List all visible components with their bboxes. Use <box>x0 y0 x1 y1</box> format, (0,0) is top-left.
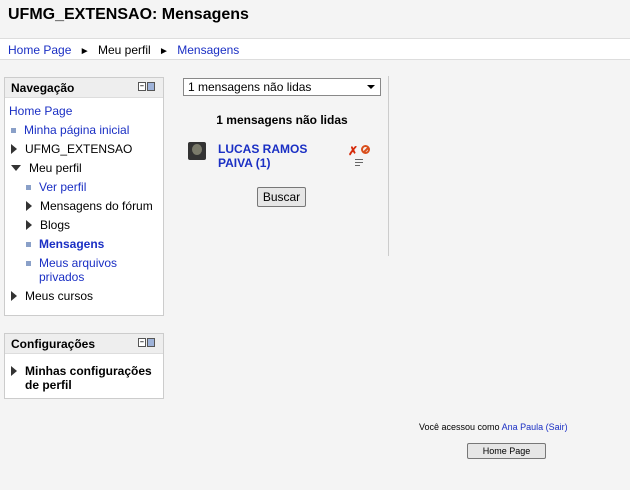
breadcrumb-separator: ► <box>159 46 169 57</box>
unread-heading: 1 mensagens não lidas <box>216 113 348 127</box>
message-history-icon[interactable] <box>355 159 363 168</box>
settings-block: Configurações – Minhas configurações de … <box>4 333 164 399</box>
breadcrumb-profile: Meu perfil <box>97 43 151 57</box>
navigation-block-title: Navegação <box>11 81 75 95</box>
expand-arrow-icon[interactable] <box>11 144 17 154</box>
navigation-tree: Home Page Minha página inicial UFMG_EXTE… <box>5 98 163 310</box>
expand-arrow-icon[interactable] <box>11 366 17 376</box>
dock-block-icon[interactable] <box>147 82 155 91</box>
page-title: UFMG_EXTENSAO: Mensagens <box>8 6 249 23</box>
login-info-prefix: Você acessou como <box>419 422 500 432</box>
hide-block-icon[interactable]: – <box>138 82 146 91</box>
chevron-down-icon <box>367 85 375 89</box>
settings-block-title: Configurações <box>11 337 96 351</box>
nav-my-home-link[interactable]: Minha página inicial <box>24 123 129 137</box>
dock-block-icon[interactable] <box>147 338 155 347</box>
bullet-icon <box>26 185 31 190</box>
logout-link[interactable]: (Sair) <box>546 422 568 432</box>
navigation-block-header: Navegação – <box>5 78 163 98</box>
contact-row: LUCAS RAMOS PAIVA (1) ✗ <box>188 142 384 178</box>
search-button[interactable]: Buscar <box>257 187 306 207</box>
messages-view-select[interactable]: 1 mensagens não lidas <box>183 78 381 96</box>
messages-panel: 1 mensagens não lidas 1 mensagens não li… <box>176 76 389 256</box>
hide-block-icon[interactable]: – <box>138 338 146 347</box>
nav-forum-posts-item[interactable]: Mensagens do fórum <box>40 199 153 213</box>
bullet-icon <box>26 242 31 247</box>
nav-blogs-item[interactable]: Blogs <box>40 218 70 232</box>
breadcrumb-messages-link[interactable]: Mensagens <box>177 43 239 57</box>
avatar[interactable] <box>188 142 206 160</box>
settings-tree: Minhas configurações de perfil <box>5 354 163 396</box>
expand-arrow-icon[interactable] <box>26 201 32 211</box>
user-profile-link[interactable]: Ana Paula <box>502 422 544 432</box>
login-info: Você acessou como Ana Paula (Sair) <box>419 422 568 432</box>
breadcrumb-separator: ► <box>79 46 90 57</box>
settings-block-header: Configurações – <box>5 334 163 354</box>
breadcrumb: Home Page ► Meu perfil ► Mensagens <box>0 38 630 60</box>
messages-view-select-value: 1 mensagens não lidas <box>188 80 312 94</box>
collapse-arrow-icon[interactable] <box>11 165 21 171</box>
nav-profile-item[interactable]: Meu perfil <box>29 161 82 175</box>
block-contact-icon[interactable] <box>361 145 370 154</box>
contact-name-link[interactable]: LUCAS RAMOS PAIVA (1) <box>218 142 328 170</box>
expand-arrow-icon[interactable] <box>11 291 17 301</box>
block-controls: – <box>138 82 155 91</box>
nav-view-profile-link[interactable]: Ver perfil <box>39 180 86 194</box>
bullet-icon <box>26 261 31 266</box>
footer-home-button[interactable]: Home Page <box>467 443 546 459</box>
remove-contact-icon[interactable]: ✗ <box>348 144 358 158</box>
nav-course-item[interactable]: UFMG_EXTENSAO <box>25 142 132 156</box>
settings-profile-item[interactable]: Minhas configurações de perfil <box>25 364 155 392</box>
bullet-icon <box>11 128 16 133</box>
nav-messages-link[interactable]: Mensagens <box>39 237 104 251</box>
navigation-block: Navegação – Home Page Minha página inici… <box>4 77 164 316</box>
nav-private-files-link[interactable]: Meus arquivos privados <box>39 256 129 284</box>
block-controls: – <box>138 338 155 347</box>
nav-my-courses-item[interactable]: Meus cursos <box>25 289 93 303</box>
expand-arrow-icon[interactable] <box>26 220 32 230</box>
breadcrumb-home-link[interactable]: Home Page <box>8 43 71 57</box>
nav-home-link[interactable]: Home Page <box>9 104 72 118</box>
